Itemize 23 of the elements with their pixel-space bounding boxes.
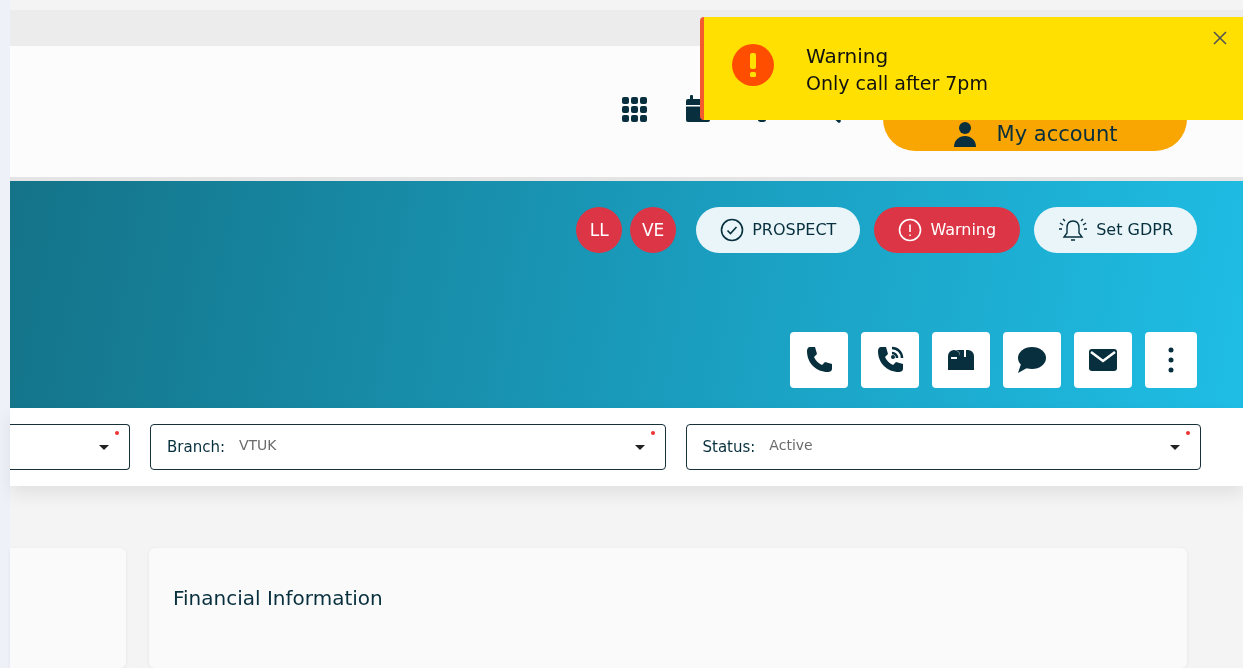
phone-signal-icon[interactable] — [861, 332, 919, 389]
mailbox-icon[interactable] — [932, 332, 990, 389]
toast-message: Only call after 7pm — [806, 72, 988, 94]
section-title: Financial Information — [173, 586, 383, 610]
check-circle-icon — [720, 217, 745, 242]
warning-badge: Warning — [874, 206, 1021, 253]
prospect-badge: PROSPECT — [696, 206, 861, 253]
alert-circle-icon — [898, 217, 923, 242]
select-field[interactable]: Status: Active — [685, 424, 1201, 471]
envelope-icon[interactable] — [1074, 332, 1132, 389]
phone-icon[interactable] — [790, 332, 848, 389]
select-field[interactable] — [10, 424, 130, 471]
chat-bubble-icon[interactable] — [1003, 332, 1061, 389]
select-field[interactable]: Branch: VTUK — [150, 424, 666, 471]
initials-avatar: LL — [576, 206, 623, 253]
close-button[interactable] — [1211, 29, 1229, 47]
user-icon — [952, 120, 977, 147]
bell-icon — [1058, 216, 1089, 243]
initials-avatar: VE — [630, 206, 677, 253]
set-gdpr-button[interactable]: Set GDPR — [1034, 206, 1197, 253]
alert-icon — [732, 44, 774, 86]
apps-icon[interactable] — [621, 96, 647, 123]
toast-title: Warning — [806, 44, 890, 68]
